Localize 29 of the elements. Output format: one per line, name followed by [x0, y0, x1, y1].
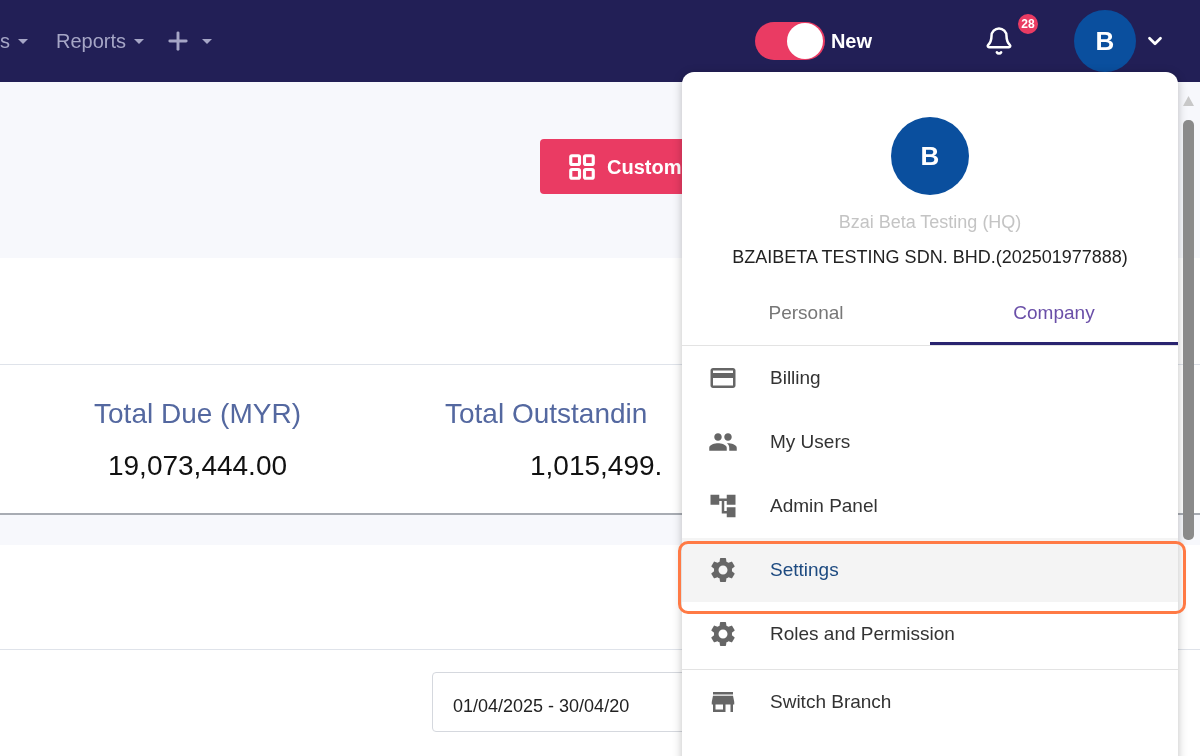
menu-item[interactable]: My Users [682, 410, 1178, 474]
gear-icon [708, 555, 738, 585]
gear-icon [708, 619, 738, 649]
stat-value: 19,073,444.00 [107, 449, 288, 483]
avatar[interactable]: B [1074, 10, 1136, 72]
notification-bell-icon[interactable] [984, 26, 1014, 56]
caret-icon [18, 38, 28, 44]
branch-name: Bzai Beta Testing (HQ) [838, 211, 1022, 234]
menu-item[interactable]: Roles and Permission [682, 602, 1178, 666]
menu-item[interactable]: Billing [682, 346, 1178, 410]
stat-label: Total Due (MYR) [94, 397, 301, 431]
toggle-thumb [786, 23, 823, 59]
menu-item[interactable]: Admin Panel [682, 474, 1178, 538]
stat-label: Total Outstandin [445, 397, 648, 431]
company-name: BZAIBETA TESTING SDN. BHD.(202501977888) [732, 246, 1128, 269]
nav-menu[interactable]: s [0, 26, 46, 56]
menu-item[interactable]: Switch Branch [682, 670, 1178, 734]
caret-icon [134, 38, 145, 44]
stat-value: 1,015,499. [529, 449, 663, 483]
tab[interactable]: Personal [682, 285, 930, 345]
menu-avatar: B [891, 117, 969, 195]
menu-item[interactable]: Settings [682, 538, 1178, 602]
notification-badge: 28 [1016, 12, 1040, 36]
grid-icon [567, 151, 597, 182]
tab[interactable]: Company [930, 285, 1178, 345]
toggle-label: New [830, 29, 872, 54]
caret-icon [202, 38, 213, 44]
nav-menu[interactable]: Reports [46, 26, 155, 56]
toggle-switch[interactable] [754, 22, 825, 60]
